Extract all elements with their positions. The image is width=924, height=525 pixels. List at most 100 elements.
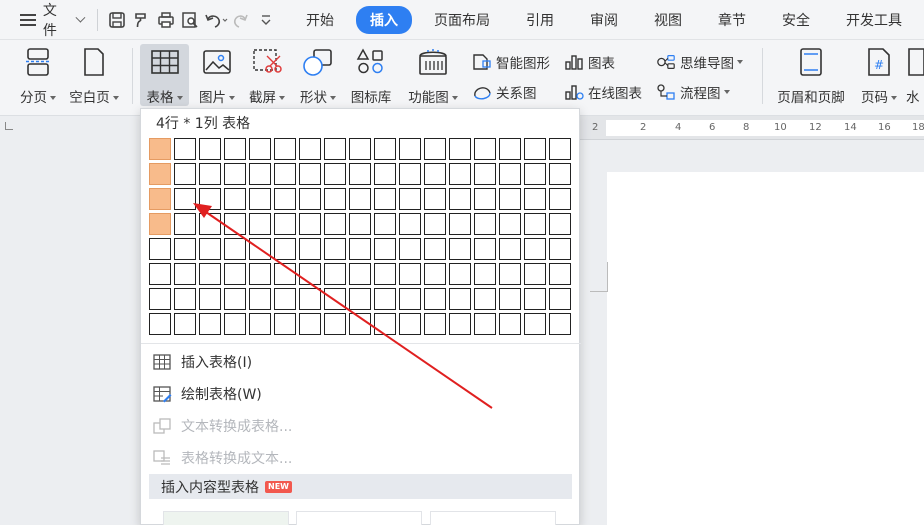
tab-page-layout[interactable]: 页面布局 <box>420 6 504 34</box>
table-grid-cell[interactable] <box>174 213 196 235</box>
file-menu[interactable]: 文件 <box>0 0 91 40</box>
table-grid-cell[interactable] <box>374 188 396 210</box>
format-painter-icon[interactable] <box>129 7 154 33</box>
redo-icon[interactable] <box>229 7 254 33</box>
page-number-button[interactable]: # 页码 <box>856 44 902 106</box>
table-grid-cell[interactable] <box>499 163 521 185</box>
table-grid-cell[interactable] <box>224 238 246 260</box>
table-grid-cell[interactable] <box>274 213 296 235</box>
table-grid-cell[interactable] <box>174 238 196 260</box>
table-grid-cell[interactable] <box>374 213 396 235</box>
table-grid-cell[interactable] <box>224 313 246 335</box>
table-grid-cell[interactable] <box>224 138 246 160</box>
tab-home[interactable]: 开始 <box>292 6 348 34</box>
blank-page-button[interactable]: 空白页 <box>64 44 124 106</box>
table-grid-cell[interactable] <box>499 188 521 210</box>
table-grid-cell[interactable] <box>174 313 196 335</box>
table-grid-cell[interactable] <box>224 163 246 185</box>
table-grid-cell[interactable] <box>324 163 346 185</box>
table-grid-cell[interactable] <box>349 138 371 160</box>
table-grid-cell[interactable] <box>199 313 221 335</box>
table-grid-cell[interactable] <box>449 138 471 160</box>
table-grid-cell[interactable] <box>149 138 171 160</box>
shapes-button[interactable]: 形状 <box>294 44 342 106</box>
tab-view[interactable]: 视图 <box>640 6 696 34</box>
table-grid-cell[interactable] <box>224 263 246 285</box>
table-grid-cell[interactable] <box>399 163 421 185</box>
save-icon[interactable] <box>104 7 129 33</box>
table-grid-cell[interactable] <box>549 188 571 210</box>
table-grid-cell[interactable] <box>499 138 521 160</box>
table-grid-cell[interactable] <box>249 163 271 185</box>
tab-security[interactable]: 安全 <box>768 6 824 34</box>
table-grid-cell[interactable] <box>499 288 521 310</box>
content-table-template[interactable] <box>296 511 422 525</box>
table-grid-cell[interactable] <box>349 288 371 310</box>
table-grid-cell[interactable] <box>374 263 396 285</box>
table-grid-cell[interactable] <box>324 263 346 285</box>
table-grid-cell[interactable] <box>199 188 221 210</box>
table-grid-cell[interactable] <box>499 313 521 335</box>
table-grid-cell[interactable] <box>524 163 546 185</box>
mind-map-button[interactable]: 思维导图 <box>656 50 743 74</box>
table-grid-cell[interactable] <box>249 313 271 335</box>
online-chart-button[interactable]: 在线图表 <box>564 80 642 104</box>
table-grid-cell[interactable] <box>399 188 421 210</box>
table-grid-cell[interactable] <box>324 138 346 160</box>
table-grid-cell[interactable] <box>324 288 346 310</box>
table-grid-cell[interactable] <box>199 238 221 260</box>
table-grid-cell[interactable] <box>199 288 221 310</box>
table-grid-cell[interactable] <box>399 288 421 310</box>
relation-chart-button[interactable]: 关系图 <box>472 80 537 104</box>
table-grid-cell[interactable] <box>524 138 546 160</box>
table-grid-cell[interactable] <box>274 263 296 285</box>
table-grid-cell[interactable] <box>524 313 546 335</box>
table-grid-cell[interactable] <box>399 263 421 285</box>
table-grid-cell[interactable] <box>424 263 446 285</box>
table-grid-cell[interactable] <box>474 288 496 310</box>
table-grid-cell[interactable] <box>299 313 321 335</box>
table-grid-cell[interactable] <box>549 213 571 235</box>
horizontal-ruler[interactable]: 2 2 4 6 8 10 12 14 16 18 <box>580 116 924 140</box>
insert-table-item[interactable]: 插入表格(I) <box>151 347 252 377</box>
table-grid-cell[interactable] <box>149 313 171 335</box>
table-grid-cell[interactable] <box>399 213 421 235</box>
smart-art-button[interactable]: 智能图形 <box>472 50 550 74</box>
table-grid-cell[interactable] <box>424 188 446 210</box>
table-grid-cell[interactable] <box>299 288 321 310</box>
table-grid-cell[interactable] <box>324 313 346 335</box>
table-grid-cell[interactable] <box>399 138 421 160</box>
table-grid-cell[interactable] <box>199 213 221 235</box>
table-grid-cell[interactable] <box>474 313 496 335</box>
table-grid-cell[interactable] <box>549 263 571 285</box>
table-grid-cell[interactable] <box>274 288 296 310</box>
chart-button[interactable]: 图表 <box>564 50 615 74</box>
table-grid-cell[interactable] <box>299 163 321 185</box>
table-grid-cell[interactable] <box>449 288 471 310</box>
table-grid-cell[interactable] <box>274 138 296 160</box>
table-grid-picker[interactable] <box>149 138 573 344</box>
draw-table-item[interactable]: 绘制表格(W) <box>151 379 262 409</box>
content-table-template[interactable] <box>430 511 556 525</box>
text-to-table-item[interactable]: 文本转换成表格... <box>151 411 292 441</box>
function-chart-button[interactable]: 功能图 <box>404 44 462 106</box>
print-icon[interactable] <box>154 7 179 33</box>
table-grid-cell[interactable] <box>274 313 296 335</box>
table-button[interactable]: 表格 <box>140 44 189 106</box>
table-grid-cell[interactable] <box>374 163 396 185</box>
table-grid-cell[interactable] <box>349 313 371 335</box>
table-grid-cell[interactable] <box>174 163 196 185</box>
table-grid-cell[interactable] <box>499 263 521 285</box>
table-grid-cell[interactable] <box>249 188 271 210</box>
table-grid-cell[interactable] <box>424 238 446 260</box>
table-grid-cell[interactable] <box>249 238 271 260</box>
table-grid-cell[interactable] <box>299 138 321 160</box>
customize-toolbar-icon[interactable] <box>253 7 278 33</box>
undo-icon[interactable] <box>203 7 229 33</box>
table-grid-cell[interactable] <box>324 238 346 260</box>
table-grid-cell[interactable] <box>424 163 446 185</box>
table-grid-cell[interactable] <box>224 213 246 235</box>
table-grid-cell[interactable] <box>399 238 421 260</box>
table-grid-cell[interactable] <box>474 188 496 210</box>
table-grid-cell[interactable] <box>499 213 521 235</box>
